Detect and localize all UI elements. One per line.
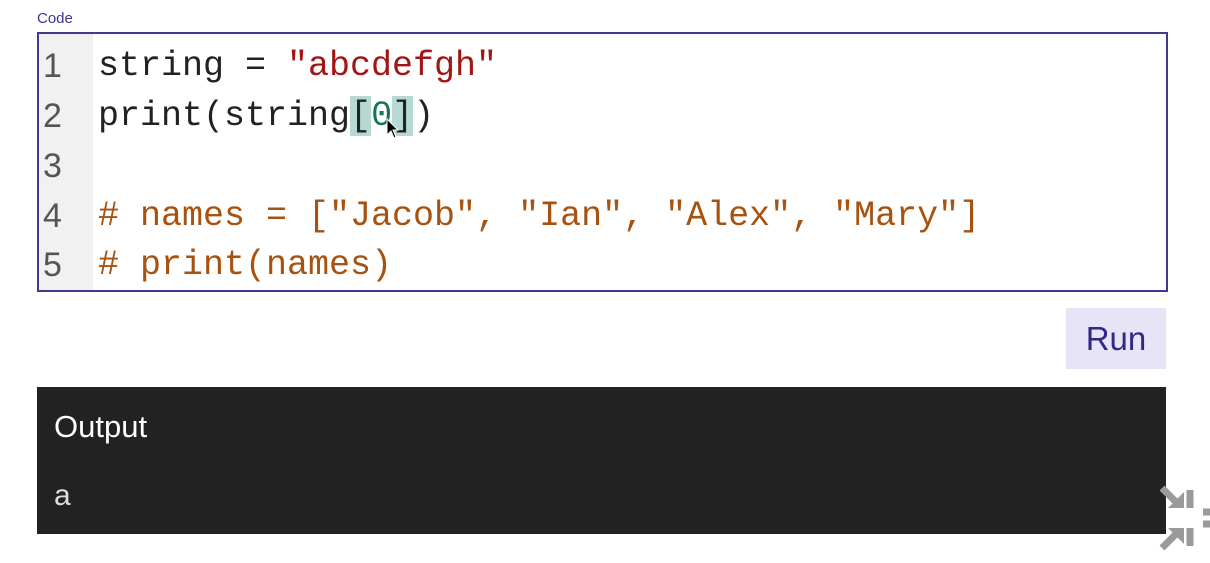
line-number: 4	[43, 197, 62, 235]
code-token: )	[413, 96, 435, 136]
code-label: Code	[37, 10, 73, 27]
comment: # names = ["Jacob", "Ian", "Alex", "Mary…	[98, 196, 981, 236]
mouse-cursor-icon	[386, 118, 400, 139]
line-number: 5	[43, 246, 62, 284]
comment: # print(names)	[98, 245, 393, 285]
output-panel: Output a	[37, 387, 1166, 534]
line-number: 3	[43, 147, 62, 185]
line-number: 2	[43, 97, 62, 135]
output-title: Output	[54, 409, 148, 444]
line-number: 1	[43, 47, 62, 85]
code-editor[interactable]: 1 string = "abcdefgh" 2 print(string[0]) 3…	[37, 32, 1168, 292]
code-token: string =	[98, 46, 288, 86]
code-token: print(string	[98, 96, 351, 136]
output-value: a	[54, 479, 71, 512]
string-literal: "abcdefgh"	[287, 46, 498, 86]
exit-fullscreen-icon[interactable]	[1158, 482, 1210, 554]
run-button[interactable]: Run	[1066, 308, 1166, 369]
bracket-highlight: [	[350, 96, 372, 136]
